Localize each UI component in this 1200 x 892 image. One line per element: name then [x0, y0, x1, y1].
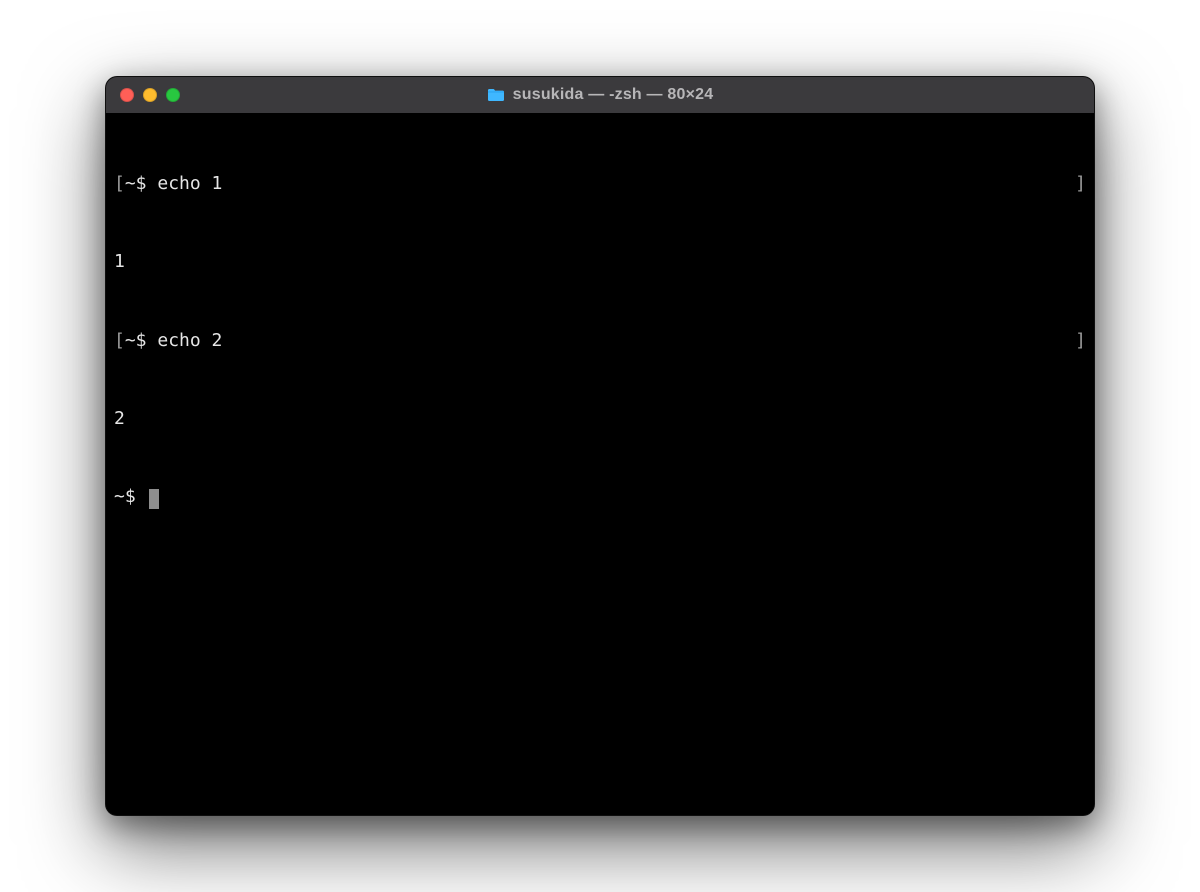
maximize-window-button[interactable]	[166, 88, 180, 102]
prompt-bracket-close: ]	[1075, 171, 1086, 197]
prompt-text: ~$	[125, 330, 158, 351]
command-text: echo 1	[157, 173, 222, 194]
terminal-body[interactable]: [~$ echo 1 ] 1 [~$ echo 2 ] 2 ~$	[106, 113, 1094, 815]
prompt-bracket-open: [	[114, 330, 125, 351]
prompt-text: ~$	[114, 486, 147, 507]
terminal-output-line: 2	[114, 406, 1086, 432]
terminal-window: susukida — -zsh — 80×24 [~$ echo 1 ] 1 […	[105, 76, 1095, 816]
terminal-active-line[interactable]: ~$	[114, 484, 1086, 510]
prompt-text: ~$	[125, 173, 158, 194]
window-title: susukida — -zsh — 80×24	[513, 86, 714, 104]
window-title-wrap: susukida — -zsh — 80×24	[106, 86, 1094, 104]
prompt-bracket-close: ]	[1075, 328, 1086, 354]
terminal-line: [~$ echo 1 ]	[114, 171, 1086, 197]
traffic-lights	[120, 88, 180, 102]
minimize-window-button[interactable]	[143, 88, 157, 102]
command-text: echo 2	[157, 330, 222, 351]
folder-icon	[487, 88, 505, 102]
terminal-line: [~$ echo 2 ]	[114, 328, 1086, 354]
prompt-bracket-open: [	[114, 173, 125, 194]
cursor-icon	[149, 489, 159, 509]
close-window-button[interactable]	[120, 88, 134, 102]
window-titlebar[interactable]: susukida — -zsh — 80×24	[106, 77, 1094, 113]
terminal-output-line: 1	[114, 249, 1086, 275]
